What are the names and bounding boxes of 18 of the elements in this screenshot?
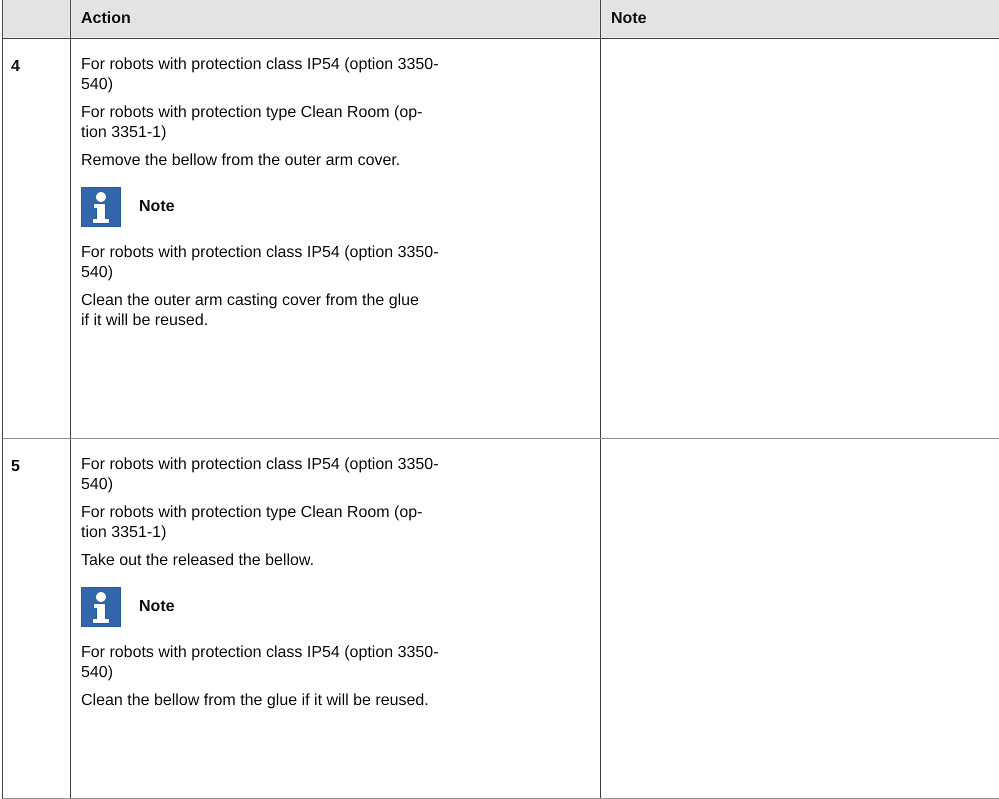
step-number: 4 — [11, 58, 20, 75]
column-header: Action — [71, 0, 601, 38]
instruction-text: Clean the outer arm casting cover from the glue if it will be reused. — [81, 291, 419, 331]
note-heading: Note — [139, 197, 175, 217]
instruction-text: For robots with protection class IP54 (option 3350- 540) — [81, 643, 439, 683]
instruction-text: For robots with protection class IP54 (option 3350- 540) — [81, 243, 439, 283]
instruction-text: For robots with protection class IP54 (option 3350- 540) — [81, 455, 439, 495]
column-header: Note — [610, 9, 648, 29]
instruction-text: For robots with protection class IP54 (option 3350- 540) — [81, 55, 439, 95]
info-icon — [81, 187, 121, 227]
note-heading: Note — [139, 597, 175, 617]
instruction-text: Remove the bellow from the outer arm cover. — [81, 151, 400, 171]
instruction-text: Clean the bellow from the glue if it will be reused. — [81, 691, 429, 711]
step-number: 5 — [11, 458, 20, 475]
instruction-text: For robots with protection type Clean Room (op- tion 3351-1) — [81, 103, 422, 143]
instruction-text: For robots with protection type Clean Room (op- tion 3351-1) — [81, 503, 422, 543]
instruction-text: Take out the released the bellow. — [81, 551, 314, 571]
info-icon — [81, 587, 121, 627]
